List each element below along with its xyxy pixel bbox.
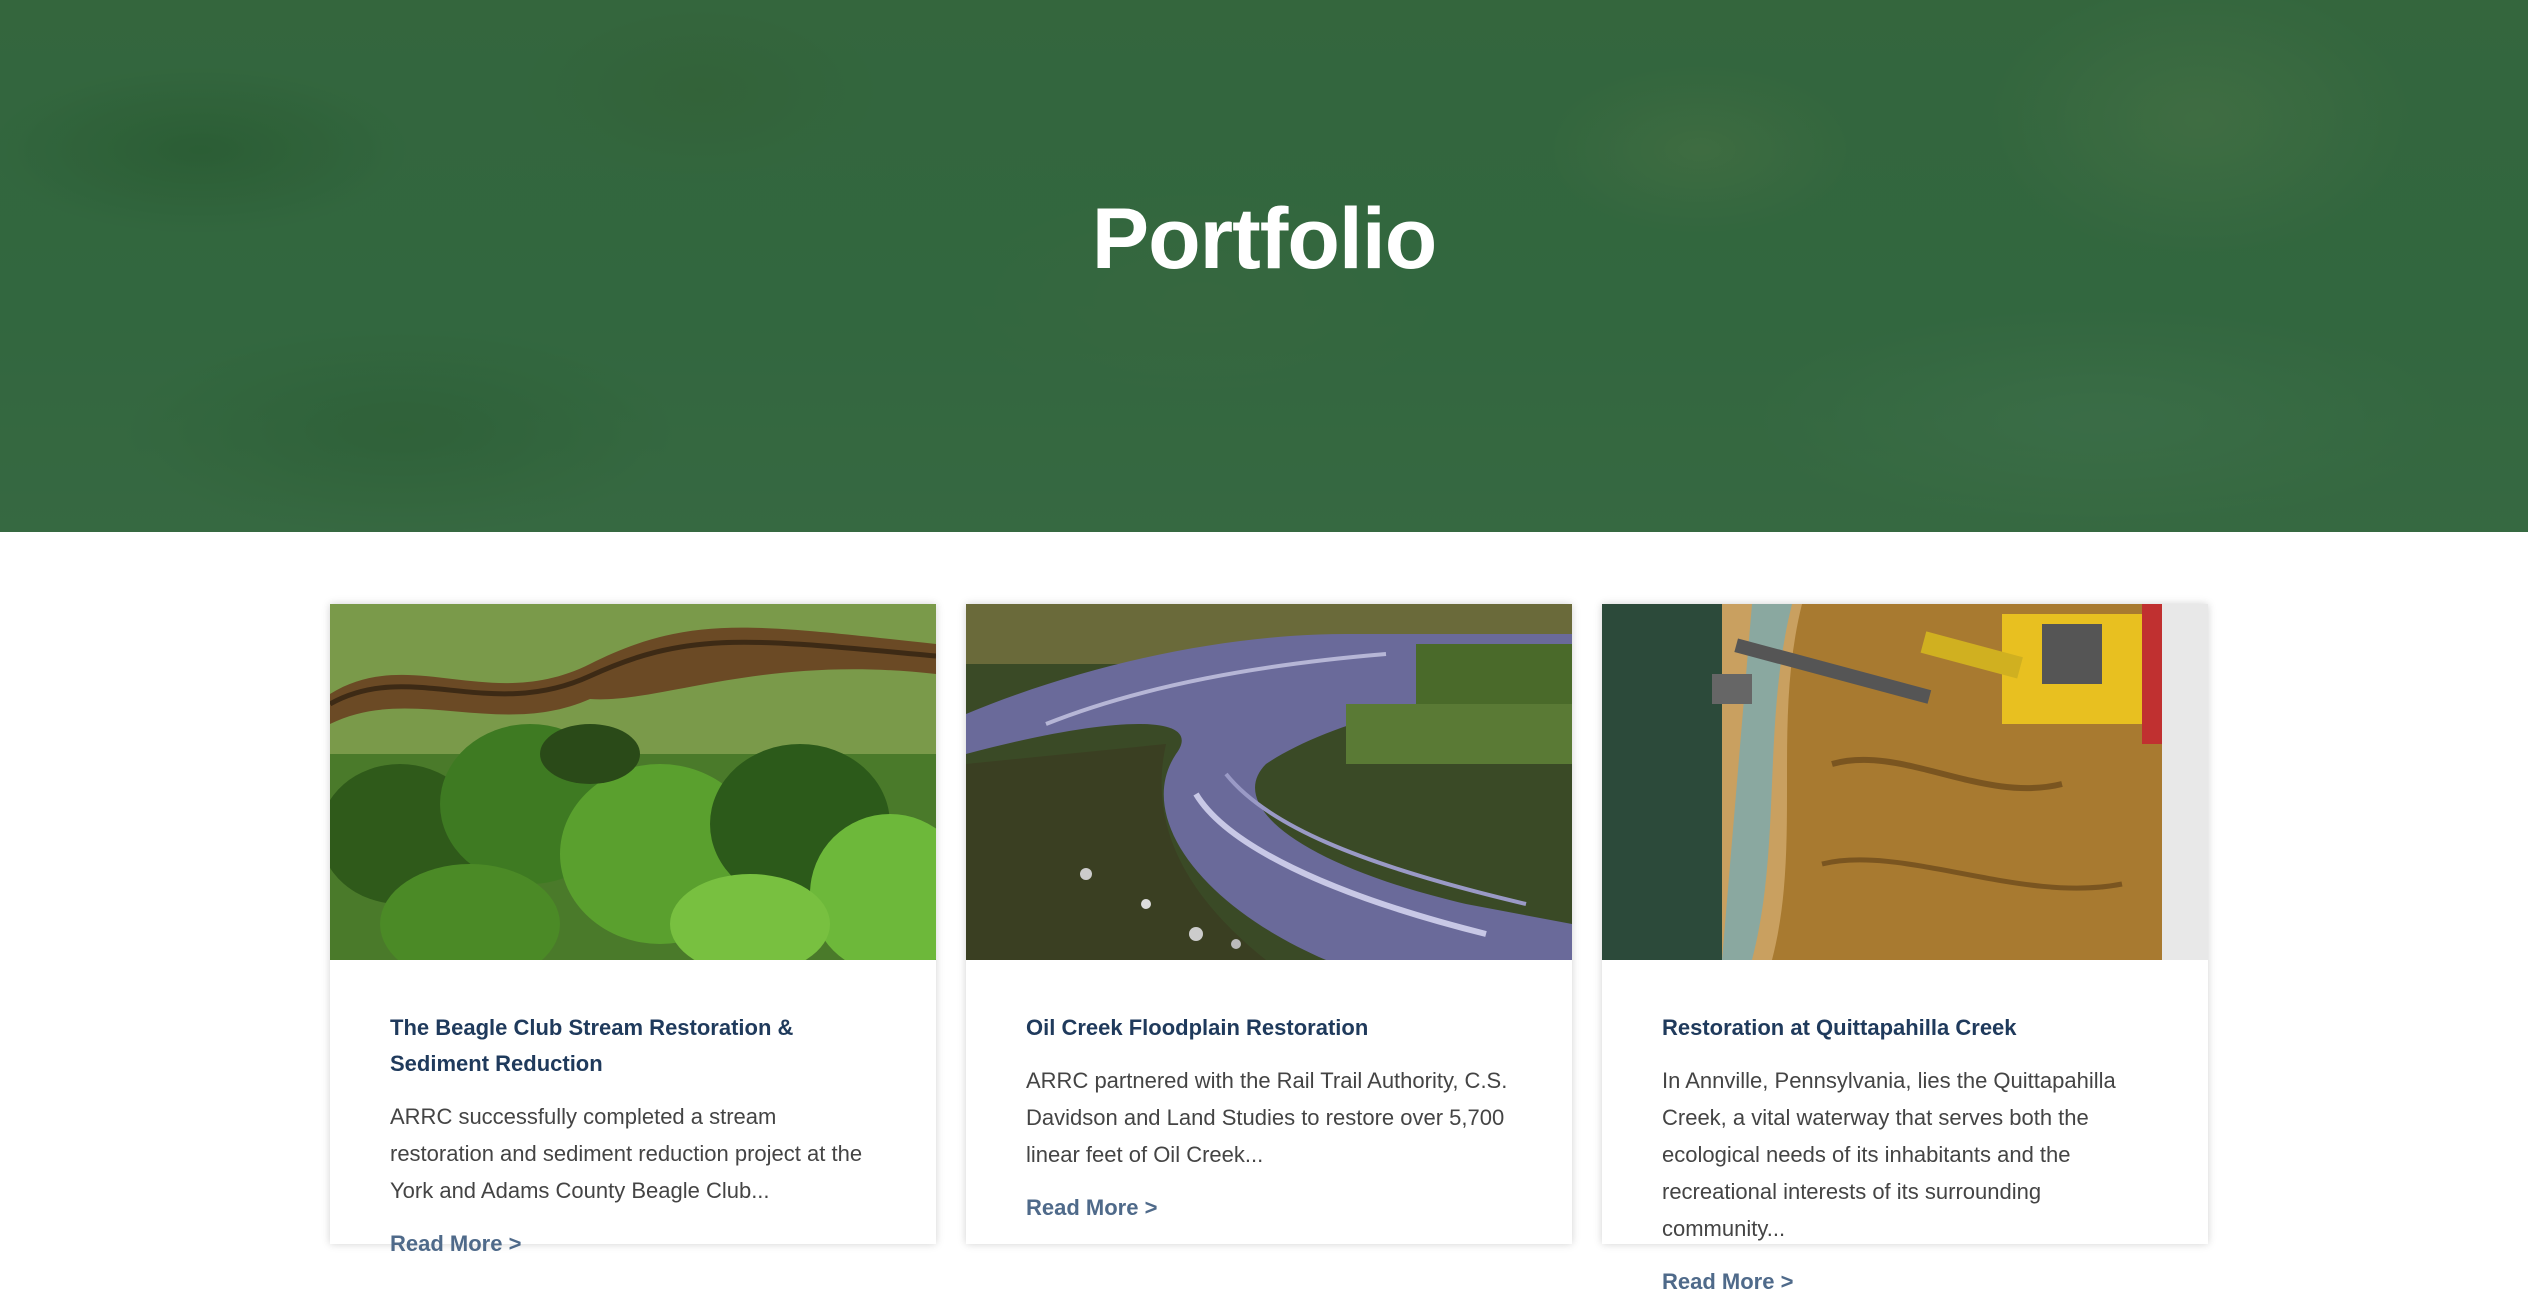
portfolio-card: Oil Creek Floodplain Restoration ARRC pa… [966,604,1572,1244]
portfolio-card: The Beagle Club Stream Restoration & Sed… [330,604,936,1256]
card-title[interactable]: Restoration at Quittapahilla Creek [1662,960,2148,1046]
read-more-link[interactable]: Read More > [1662,1269,1793,1295]
oil-creek-floodplain-image[interactable] [966,604,1572,960]
portfolio-card: Restoration at Quittapahilla Creek In An… [1602,604,2208,1294]
portfolio-grid: The Beagle Club Stream Restoration & Sed… [330,604,2210,1294]
read-more-link[interactable]: Read More > [1026,1195,1157,1221]
hero-banner: Portfolio [0,0,2528,532]
read-more-link[interactable]: Read More > [390,1231,521,1257]
card-excerpt: ARRC partnered with the Rail Trail Autho… [1026,1068,1508,1167]
beagle-club-stream-aerial-image[interactable] [330,604,936,960]
quittapahilla-creek-excavator-image[interactable] [1602,604,2208,960]
card-title[interactable]: Oil Creek Floodplain Restoration [1026,960,1512,1046]
page-title: Portfolio [1091,191,1438,287]
card-title[interactable]: The Beagle Club Stream Restoration & Sed… [390,960,876,1082]
card-excerpt: In Annville, Pennsylvania, lies the Quit… [1662,1068,2116,1241]
card-excerpt: ARRC successfully completed a stream res… [390,1104,863,1203]
